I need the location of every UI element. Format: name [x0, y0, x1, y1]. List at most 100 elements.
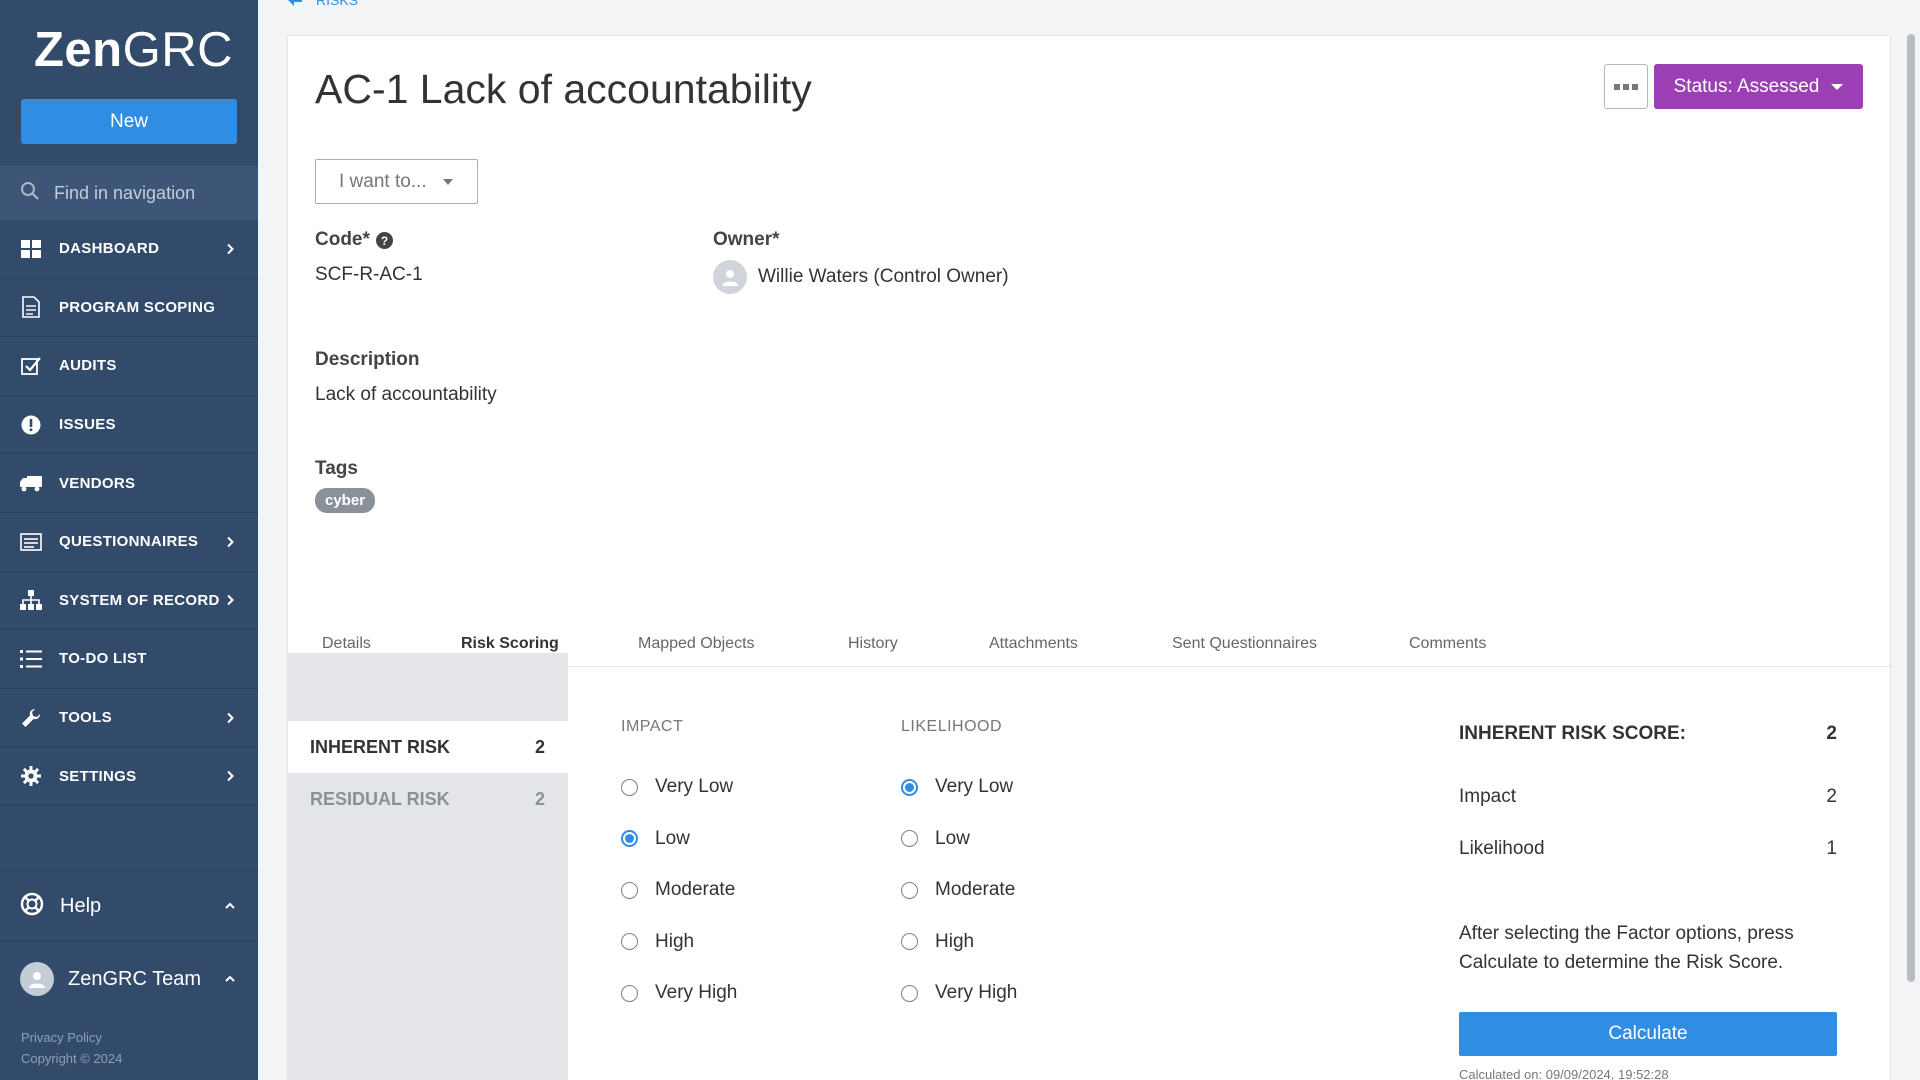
- impact-header: IMPACT: [621, 718, 684, 735]
- svg-text:?: ?: [381, 234, 388, 248]
- description-value: Lack of accountability: [315, 384, 497, 405]
- impact-radio[interactable]: [621, 778, 638, 796]
- zengrc-logo[interactable]: ZenGRC: [34, 22, 233, 78]
- residual-risk-item[interactable]: RESIDUAL RISK 2: [288, 773, 568, 825]
- sidebar-item-label: ISSUES: [59, 416, 116, 434]
- radio-label: Very High: [655, 982, 738, 1004]
- caret-down-icon: [1831, 83, 1844, 90]
- radio-label: Very Low: [655, 776, 734, 797]
- sidebar: ZenGRC New DASHBOARD PROGRAM SCOPING AUDIT…: [0, 0, 258, 1080]
- chevron-right-icon: [224, 594, 236, 606]
- owner-label: Owner*: [713, 229, 780, 250]
- sidebar-item-label: TOOLS: [59, 709, 112, 727]
- likelihood-option-high[interactable]: High: [901, 931, 974, 953]
- sidebar-item-questionnaires[interactable]: QUESTIONNAIRES: [0, 513, 258, 572]
- i-want-to-dropdown[interactable]: I want to...: [315, 159, 478, 204]
- impact-radio[interactable]: [621, 881, 638, 899]
- radio-label: Low: [655, 827, 690, 849]
- impact-radio[interactable]: [621, 830, 638, 848]
- chevron-right-icon: [224, 243, 236, 255]
- radio-label: Very Low: [935, 776, 1014, 797]
- impact-option-high[interactable]: High: [621, 931, 694, 953]
- radio-label: Moderate: [655, 879, 736, 901]
- team-label: ZenGRC Team: [68, 967, 202, 990]
- caret-down-icon: [442, 178, 453, 185]
- chevron-right-icon: [224, 770, 236, 782]
- impact-option-very-low[interactable]: Very Low: [621, 776, 733, 798]
- owner-field: Willie Waters (Control Owner): [713, 260, 1009, 294]
- likelihood-radio[interactable]: [901, 984, 918, 1002]
- sidebar-item-dashboard[interactable]: DASHBOARD: [0, 220, 258, 279]
- sidebar-item-system-of-record[interactable]: SYSTEM OF RECORD: [0, 572, 258, 631]
- breadcrumb-risks[interactable]: RISKS: [316, 0, 358, 8]
- risk-item-label: RESIDUAL RISK: [310, 788, 450, 809]
- risk-item-value: 2: [534, 736, 545, 757]
- more-options-button[interactable]: [1604, 64, 1648, 109]
- likelihood-radio[interactable]: [901, 778, 918, 796]
- i-want-to-label: I want to...: [339, 170, 427, 192]
- calculate-button[interactable]: Calculate: [1459, 1012, 1837, 1056]
- hierarchy-icon: [20, 589, 42, 611]
- new-button[interactable]: New: [21, 99, 237, 144]
- risk-type-list: INHERENT RISK 2 RESIDUAL RISK 2: [288, 653, 568, 1080]
- likelihood-radio[interactable]: [901, 830, 918, 848]
- tab-sent-questionnaires[interactable]: Sent Questionnaires: [1172, 620, 1317, 667]
- sidebar-item-audits[interactable]: AUDITS: [0, 337, 258, 396]
- radio-label: Low: [935, 827, 970, 849]
- help-menu[interactable]: Help: [0, 870, 258, 942]
- nav-list: DASHBOARD PROGRAM SCOPING AUDITS ISSUES VEND…: [0, 220, 258, 806]
- chevron-right-icon: [224, 712, 236, 724]
- tab-mapped-objects[interactable]: Mapped Objects: [638, 620, 755, 667]
- risk-item-label: INHERENT RISK: [310, 736, 451, 757]
- calculate-note: After selecting the Factor options, pres…: [1459, 923, 1794, 973]
- likelihood-option-low[interactable]: Low: [901, 828, 970, 850]
- impact-option-moderate[interactable]: Moderate: [621, 879, 735, 901]
- sidebar-item-settings[interactable]: SETTINGS: [0, 747, 258, 806]
- likelihood-radio[interactable]: [901, 933, 918, 951]
- calculated-on-text: Calculated on: 09/09/2024, 19:52:28: [1459, 1067, 1669, 1080]
- sidebar-item-to-do-list[interactable]: TO-DO LIST: [0, 630, 258, 689]
- owner-value[interactable]: Willie Waters (Control Owner): [758, 266, 1009, 288]
- likelihood-option-very-high[interactable]: Very High: [901, 982, 1017, 1004]
- page-scrollbar[interactable]: [1907, 34, 1915, 982]
- sidebar-item-label: SETTINGS: [59, 767, 137, 785]
- score-value: 2: [1826, 723, 1837, 744]
- sidebar-item-label: AUDITS: [59, 357, 117, 375]
- impact-radio[interactable]: [621, 984, 638, 1002]
- sidebar-item-tools[interactable]: TOOLS: [0, 689, 258, 748]
- privacy-policy-link[interactable]: Privacy Policy: [21, 1027, 122, 1048]
- impact-option-very-high[interactable]: Very High: [621, 982, 737, 1004]
- likelihood-header: LIKELIHOOD: [901, 718, 1003, 735]
- sidebar-item-issues[interactable]: ISSUES: [0, 396, 258, 455]
- sidebar-item-vendors[interactable]: VENDORS: [0, 454, 258, 513]
- list-form-icon: [20, 531, 42, 553]
- status-label: Status: Assessed: [1673, 75, 1820, 97]
- impact-radio[interactable]: [621, 933, 638, 951]
- likelihood-radio[interactable]: [901, 881, 918, 899]
- breadcrumb[interactable]: RISKS: [288, 0, 358, 8]
- sidebar-item-program-scoping[interactable]: PROGRAM SCOPING: [0, 279, 258, 338]
- sidebar-item-label: DASHBOARD: [59, 240, 160, 258]
- tags-label: Tags: [315, 458, 358, 479]
- tab-attachments[interactable]: Attachments: [989, 620, 1078, 667]
- help-circle-icon[interactable]: ?: [375, 231, 393, 249]
- wrench-icon: [20, 707, 42, 729]
- gear-icon: [20, 765, 42, 787]
- logo-light-text: GRC: [122, 23, 234, 77]
- likelihood-option-very-low[interactable]: Very Low: [901, 776, 1013, 798]
- tab-history[interactable]: History: [848, 620, 898, 667]
- status-dropdown[interactable]: Status: Assessed: [1654, 64, 1863, 109]
- impact-option-low[interactable]: Low: [621, 828, 690, 850]
- likelihood-score-label: Likelihood: [1459, 838, 1545, 859]
- team-menu[interactable]: ZenGRC Team: [0, 944, 258, 1014]
- chevron-up-icon: [224, 970, 236, 988]
- tag-badge[interactable]: cyber: [315, 488, 376, 513]
- logo-bold-text: Zen: [34, 23, 123, 77]
- likelihood-option-moderate[interactable]: Moderate: [901, 879, 1015, 901]
- sidebar-item-label: SYSTEM OF RECORD: [59, 591, 220, 609]
- exclamation-icon: [20, 414, 42, 436]
- sidebar-item-label: TO-DO LIST: [59, 650, 147, 668]
- tab-comments[interactable]: Comments: [1409, 620, 1486, 667]
- inherent-risk-item[interactable]: INHERENT RISK 2: [288, 721, 568, 773]
- nav-search-input[interactable]: [54, 182, 244, 204]
